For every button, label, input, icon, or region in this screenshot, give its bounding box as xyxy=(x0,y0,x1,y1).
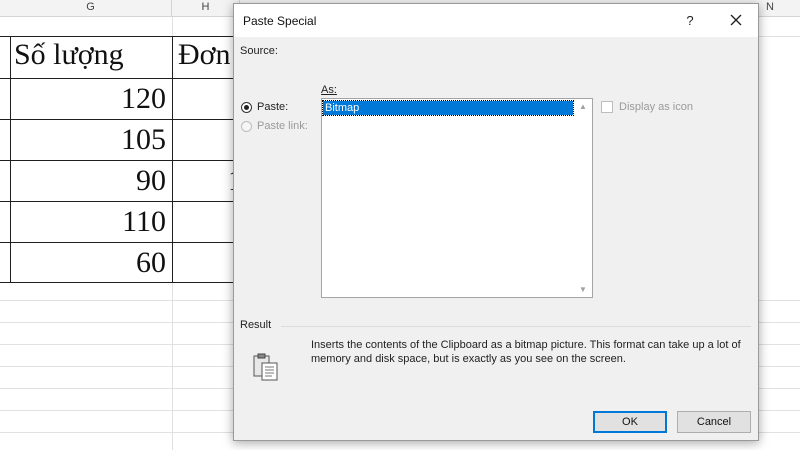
result-divider xyxy=(281,326,751,327)
cell-quantity[interactable]: 105 xyxy=(12,123,166,157)
display-as-icon-label[interactable]: Display as icon xyxy=(619,101,693,113)
paste-link-radio[interactable] xyxy=(241,121,252,132)
paste-special-dialog: Paste Special ? Source: As: Paste: Paste… xyxy=(233,3,759,441)
format-listbox[interactable]: Bitmap ▲ ▼ xyxy=(321,98,593,298)
cancel-button[interactable]: Cancel xyxy=(677,411,751,433)
listbox-scrollbar[interactable]: ▲ ▼ xyxy=(575,99,592,297)
column-header-n[interactable]: N xyxy=(760,0,780,16)
cell-quantity[interactable]: 90 xyxy=(12,164,166,198)
cell-quantity[interactable]: 110 xyxy=(12,205,166,239)
clipboard-icon xyxy=(252,352,280,387)
scroll-down-icon[interactable]: ▼ xyxy=(579,285,587,294)
header-cell-unit[interactable]: Đơn xyxy=(178,38,231,72)
as-label: As: xyxy=(321,84,337,96)
source-label: Source: xyxy=(240,45,278,57)
close-icon xyxy=(730,14,742,26)
list-item-bitmap[interactable]: Bitmap xyxy=(322,100,574,116)
result-description: Inserts the contents of the Clipboard as… xyxy=(311,339,741,365)
display-as-icon-checkbox[interactable] xyxy=(601,101,613,113)
cell-quantity[interactable]: 60 xyxy=(12,246,166,280)
paste-link-radio-label[interactable]: Paste link: xyxy=(257,120,308,132)
cell-quantity[interactable]: 120 xyxy=(12,82,166,116)
scroll-up-icon[interactable]: ▲ xyxy=(579,102,587,111)
dialog-title: Paste Special xyxy=(243,14,317,28)
column-header-h[interactable]: H xyxy=(172,0,240,16)
ok-button[interactable]: OK xyxy=(593,411,667,433)
paste-radio[interactable] xyxy=(241,102,252,113)
close-button[interactable] xyxy=(724,10,748,32)
header-cell-quantity[interactable]: Số lượng xyxy=(14,38,124,72)
paste-radio-label[interactable]: Paste: xyxy=(257,101,288,113)
result-label: Result xyxy=(240,319,272,331)
help-button[interactable]: ? xyxy=(680,11,700,31)
dialog-titlebar[interactable]: Paste Special ? xyxy=(234,4,758,37)
column-header-g[interactable]: G xyxy=(10,0,172,16)
